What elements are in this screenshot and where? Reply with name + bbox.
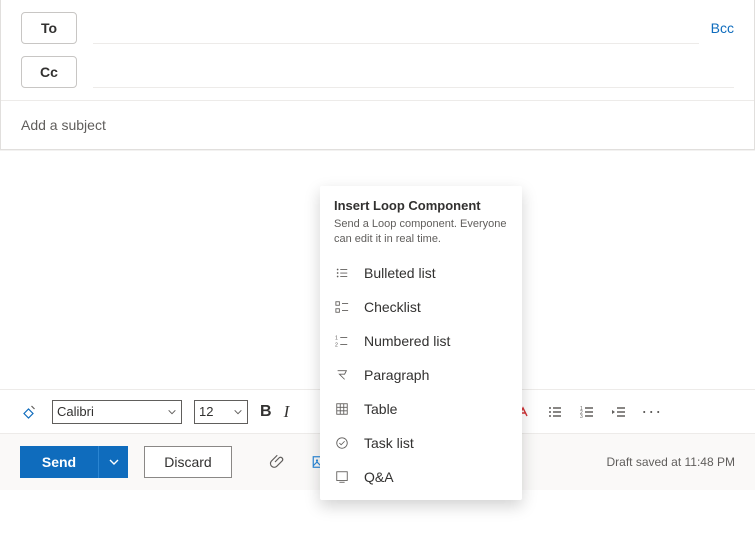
svg-text:2: 2: [335, 342, 338, 348]
draft-status: Draft saved at 11:48 PM: [606, 455, 735, 469]
font-size-select[interactable]: 12: [194, 400, 248, 424]
cc-label: Cc: [40, 64, 58, 80]
loop-menu-title: Insert Loop Component: [334, 198, 508, 213]
loop-item-checklist[interactable]: Checklist: [320, 290, 522, 324]
send-options-button[interactable]: [98, 446, 128, 478]
to-field[interactable]: [93, 12, 699, 44]
format-painter-icon[interactable]: [20, 402, 40, 422]
numbered-list-icon: 12: [334, 333, 350, 349]
cc-button[interactable]: Cc: [21, 56, 77, 88]
qa-icon: [334, 469, 350, 485]
table-icon: [334, 401, 350, 417]
chevron-down-icon: [233, 407, 243, 417]
bulleted-list-icon: [334, 265, 350, 281]
font-family-value: Calibri: [57, 404, 94, 419]
loop-item-paragraph[interactable]: Paragraph: [320, 358, 522, 392]
chevron-down-icon: [108, 456, 120, 468]
decrease-indent-icon[interactable]: [609, 402, 629, 422]
bcc-link[interactable]: Bcc: [711, 20, 734, 36]
loop-menu-subtitle: Send a Loop component. Everyone can edit…: [334, 217, 508, 248]
to-label: To: [41, 20, 57, 36]
loop-item-bulleted-list[interactable]: Bulleted list: [320, 256, 522, 290]
font-size-value: 12: [199, 404, 213, 419]
discard-button[interactable]: Discard: [144, 446, 232, 478]
loop-item-table[interactable]: Table: [320, 392, 522, 426]
subject-input[interactable]: [21, 117, 734, 133]
bold-button[interactable]: B: [260, 403, 272, 421]
to-button[interactable]: To: [21, 12, 77, 44]
cc-field[interactable]: [93, 56, 734, 88]
font-family-select[interactable]: Calibri: [52, 400, 182, 424]
chevron-down-icon: [167, 407, 177, 417]
numbered-list-icon[interactable]: 123: [577, 402, 597, 422]
loop-component-menu: Insert Loop Component Send a Loop compon…: [320, 186, 522, 500]
loop-item-task-list[interactable]: Task list: [320, 426, 522, 460]
svg-text:3: 3: [580, 414, 583, 420]
loop-item-qa[interactable]: Q&A: [320, 460, 522, 494]
loop-item-numbered-list[interactable]: 12 Numbered list: [320, 324, 522, 358]
italic-button[interactable]: I: [284, 402, 290, 422]
send-button[interactable]: Send: [20, 446, 98, 478]
bulleted-list-icon[interactable]: [545, 402, 565, 422]
svg-text:1: 1: [335, 335, 338, 341]
attach-icon[interactable]: [262, 446, 294, 478]
checklist-icon: [334, 299, 350, 315]
task-list-icon: [334, 435, 350, 451]
more-formatting-button[interactable]: ···: [641, 401, 662, 422]
paragraph-icon: [334, 367, 350, 383]
